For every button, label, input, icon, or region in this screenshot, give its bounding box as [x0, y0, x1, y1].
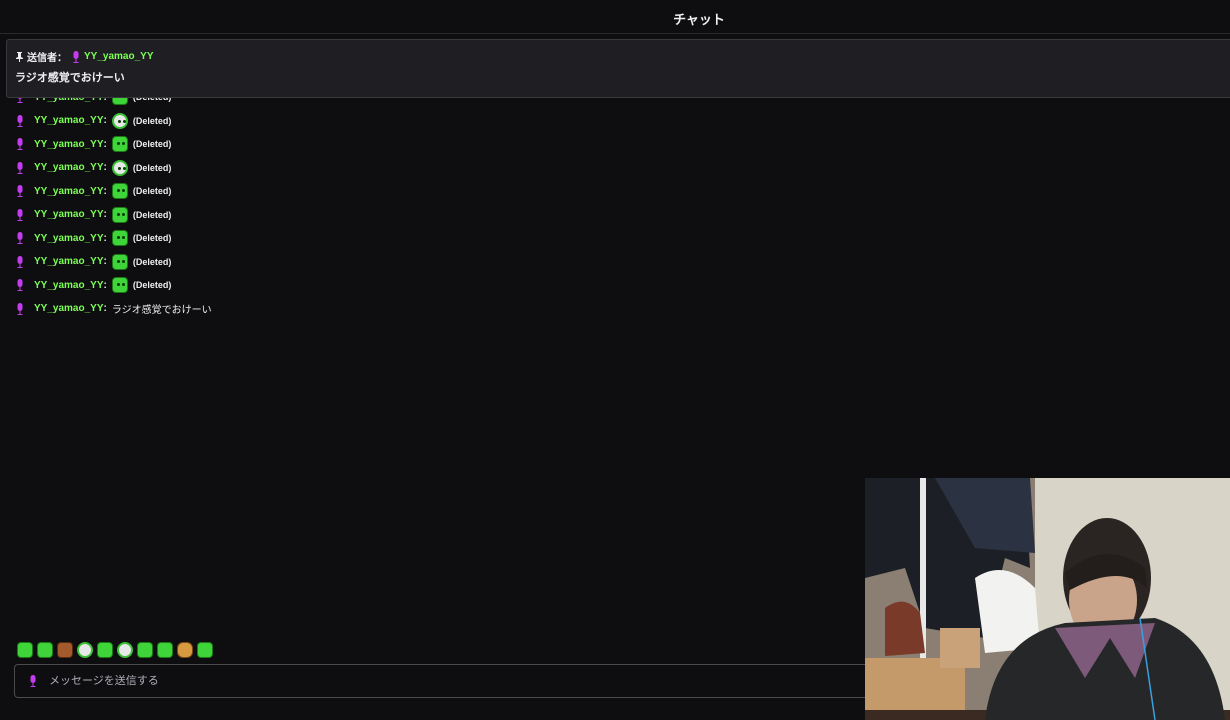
emote-eye [122, 166, 126, 170]
chat-username[interactable]: YY_yamao_YY [34, 303, 104, 314]
green-emote-icon[interactable] [157, 642, 173, 658]
emote-bar [17, 642, 213, 658]
chat-deleted-text: (Deleted) [132, 280, 172, 290]
chat-message-text: ラジオ感覚でおけーい [111, 305, 212, 316]
chat-username[interactable]: YY_yamao_YY [34, 115, 104, 126]
pin-icon [15, 51, 24, 62]
pinned-sender-label: 送信者： [27, 53, 67, 64]
chat-message-row[interactable]: YY_yamao_YY: ラジオ感覚でおけーい [16, 299, 212, 319]
green-emote-icon[interactable] [17, 642, 33, 658]
green-emote-icon[interactable] [111, 230, 128, 246]
pinned-message[interactable]: 送信者： YY_yamao_YY ラジオ感覚でおけーい [6, 39, 1230, 98]
webcam-image [865, 478, 1230, 720]
chat-username[interactable]: YY_yamao_YY [34, 233, 104, 244]
green-emote-icon[interactable] [111, 183, 128, 199]
chat-colon: : [103, 279, 107, 291]
green-emote-icon[interactable] [111, 136, 128, 152]
green-emote-icon[interactable] [37, 642, 53, 658]
microphone-icon [16, 185, 24, 197]
microphone-icon [16, 279, 24, 291]
chat-message-row[interactable]: YY_yamao_YY: (Deleted) [16, 111, 171, 131]
green-emote-icon[interactable] [111, 206, 128, 223]
emote-eye [116, 142, 120, 145]
chat-username[interactable]: YY_yamao_YY [34, 280, 104, 291]
emote-eye [122, 119, 126, 123]
chat-username[interactable]: YY_yamao_YY [34, 162, 104, 173]
chat-colon: : [103, 138, 107, 150]
chat-message-row[interactable]: YY_yamao_YY: (Deleted) [16, 205, 171, 225]
microphone-icon [16, 302, 24, 315]
emote-eye [117, 119, 121, 123]
chat-colon: : [103, 185, 107, 197]
green-emote-icon[interactable] [111, 253, 128, 270]
emote-eye [121, 283, 125, 286]
chat-colon: : [103, 232, 107, 244]
brown-emote-icon[interactable] [57, 642, 73, 658]
emote-eye [121, 142, 125, 145]
face-emote-icon[interactable] [111, 159, 128, 176]
chat-message-row[interactable]: YY_yamao_YY: (Deleted) [16, 134, 171, 154]
microphone-icon [16, 161, 24, 174]
chat-colon: : [103, 256, 107, 267]
microphone-icon [72, 50, 80, 63]
face-emote-icon[interactable] [117, 642, 133, 658]
emote-eye [117, 166, 121, 170]
microphone-icon [16, 255, 24, 268]
webcam-overlay [865, 478, 1230, 720]
burger-emote-icon[interactable] [177, 642, 193, 658]
green-emote-icon[interactable] [111, 277, 128, 293]
green-emote-icon[interactable] [97, 642, 113, 658]
chat-deleted-text: (Deleted) [132, 139, 172, 149]
chat-title: チャット [673, 12, 725, 27]
chat-message-row[interactable]: YY_yamao_YY: (Deleted) [16, 158, 171, 178]
chat-message-row[interactable]: YY_yamao_YY: (Deleted) [16, 228, 171, 248]
emote-eye [121, 236, 125, 239]
face-emote-icon[interactable] [111, 112, 128, 129]
microphone-icon [16, 114, 24, 127]
chat-deleted-text: (Deleted) [132, 233, 172, 243]
chat-username[interactable]: YY_yamao_YY [34, 139, 104, 150]
pinned-username[interactable]: YY_yamao_YY [84, 51, 154, 62]
emote-eye [116, 212, 120, 216]
chat-colon: : [103, 162, 107, 173]
chat-input[interactable] [49, 675, 749, 687]
chat-colon: : [103, 303, 107, 314]
chat-header: チャット [0, 0, 1230, 34]
chat-deleted-text: (Deleted) [132, 256, 172, 267]
microphone-icon [16, 232, 24, 244]
emote-eye [121, 189, 125, 192]
green-emote-icon[interactable] [137, 642, 153, 658]
pinned-message-text: ラジオ感覚でおけーい [15, 72, 125, 84]
chat-username[interactable]: YY_yamao_YY [34, 256, 104, 267]
emote-eye [116, 259, 120, 263]
chat-deleted-text: (Deleted) [132, 186, 172, 196]
emote-eye [121, 259, 125, 263]
microphone-icon [16, 138, 24, 150]
chat-username[interactable]: YY_yamao_YY [34, 186, 104, 197]
chat-deleted-text: (Deleted) [132, 209, 172, 220]
microphone-icon [16, 208, 24, 221]
chat-username[interactable]: YY_yamao_YY [34, 209, 104, 220]
chat-deleted-text: (Deleted) [132, 162, 172, 173]
emote-eye [116, 283, 120, 286]
chat-deleted-text: (Deleted) [132, 115, 172, 126]
emote-eye [116, 236, 120, 239]
chat-message-row[interactable]: YY_yamao_YY: (Deleted) [16, 181, 171, 201]
green-emote-icon[interactable] [197, 642, 213, 658]
emote-eye [121, 212, 125, 216]
chat-message-row[interactable]: YY_yamao_YY: (Deleted) [16, 275, 171, 295]
face-emote-icon[interactable] [77, 642, 93, 658]
chat-colon: : [103, 209, 107, 220]
microphone-icon[interactable] [29, 675, 37, 687]
chat-message-row[interactable]: YY_yamao_YY: (Deleted) [16, 252, 171, 272]
emote-eye [116, 189, 120, 192]
chat-input-box[interactable] [14, 664, 874, 698]
chat-colon: : [103, 115, 107, 126]
pinned-sender-row: 送信者： YY_yamao_YY [15, 49, 154, 64]
